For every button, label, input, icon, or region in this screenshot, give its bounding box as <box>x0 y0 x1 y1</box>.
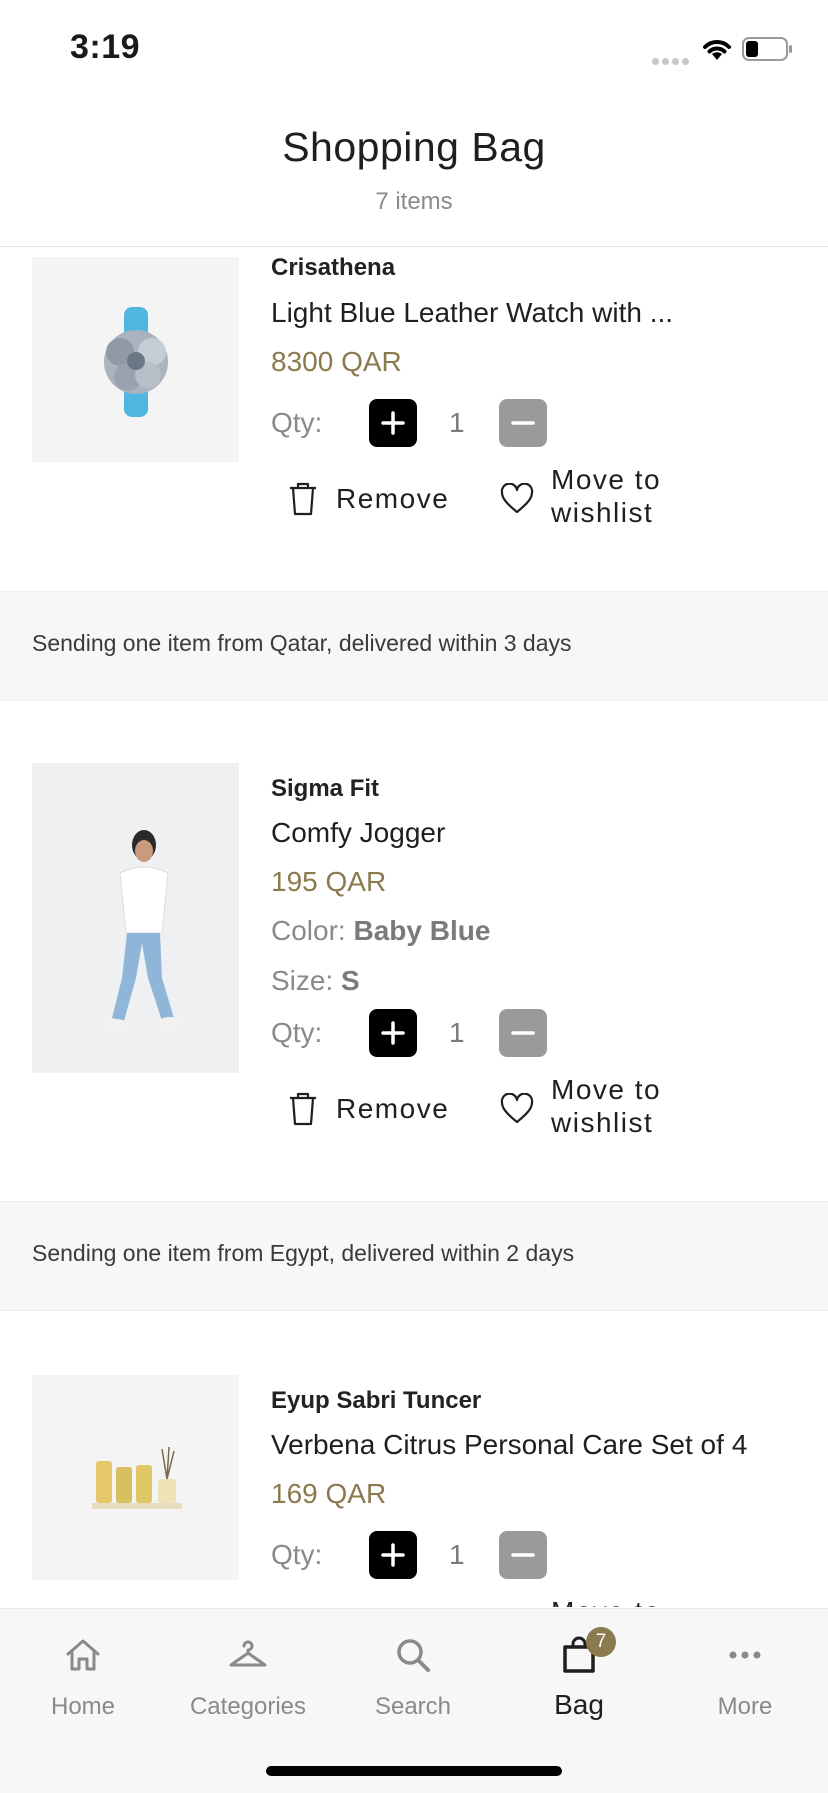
status-time: 3:19 <box>70 28 141 66</box>
product-brand: Eyup Sabri Tuncer <box>271 1387 482 1414</box>
remove-button[interactable]: Remove <box>282 465 472 535</box>
shipping-text: Sending one item from Qatar, delivered w… <box>32 630 572 656</box>
product-image[interactable] <box>32 763 239 1073</box>
plus-icon <box>381 411 405 435</box>
tab-search[interactable]: Search <box>330 1627 496 1727</box>
product-price: 8300 QAR <box>271 346 402 377</box>
jogger-image <box>104 830 182 1031</box>
shipping-info: Sending one item from Qatar, delivered w… <box>0 591 828 701</box>
wifi-icon <box>703 40 731 60</box>
shipping-info: Sending one item from Egypt, delivered w… <box>0 1201 828 1311</box>
increase-qty-button[interactable] <box>369 1531 417 1579</box>
size-label: Size: <box>271 965 334 996</box>
tab-label: More <box>717 1693 773 1720</box>
qty-label: Qty: <box>271 1017 323 1048</box>
quantity-stepper: Qty: 1 <box>271 1009 571 1057</box>
page-title: Shopping Bag <box>282 124 546 170</box>
product-price: 169 QAR <box>271 1478 387 1509</box>
shipping-text: Sending one item from Egypt, delivered w… <box>32 1240 575 1266</box>
tab-categories[interactable]: Categories <box>165 1627 331 1727</box>
tab-home[interactable]: Home <box>0 1627 166 1727</box>
plus-icon <box>381 1021 405 1045</box>
heart-icon <box>500 483 534 514</box>
product-name[interactable]: Light Blue Leather Watch with ... <box>271 297 673 329</box>
remove-button[interactable]: Remove <box>282 1597 472 1607</box>
tab-bag[interactable]: 7 Bag <box>496 1627 662 1727</box>
product-name[interactable]: Comfy Jogger <box>271 817 445 849</box>
move-to-wishlist-label: Move to wishlist <box>551 464 662 528</box>
product-color: Color: Baby Blue <box>271 915 490 947</box>
remove-label: Remove <box>336 1093 450 1124</box>
increase-qty-button[interactable] <box>369 1009 417 1057</box>
care-set-image <box>92 1446 182 1509</box>
plus-icon <box>381 1543 405 1567</box>
status-bar: 3:19 <box>0 0 828 100</box>
quantity-stepper: Qty: 1 <box>271 399 571 447</box>
qty-label: Qty: <box>271 407 323 438</box>
bag-item-list[interactable]: Crisathena Light Blue Leather Watch with… <box>0 247 828 1607</box>
size-value: S <box>341 965 360 996</box>
tab-label: Bag <box>554 1689 604 1720</box>
color-value: Baby Blue <box>353 915 491 946</box>
minus-icon <box>511 1553 535 1557</box>
search-icon <box>397 1639 430 1672</box>
tab-label: Categories <box>189 1693 307 1720</box>
color-label: Color: <box>271 915 346 946</box>
tab-more[interactable]: More <box>662 1627 828 1727</box>
move-to-wishlist-button[interactable]: Move to wishlist <box>500 1595 740 1607</box>
product-price: 195 QAR <box>271 866 387 897</box>
move-to-wishlist-button[interactable]: Move to wishlist <box>500 464 740 535</box>
qty-value: 1 <box>449 407 465 438</box>
move-to-wishlist-button[interactable]: Move to wishlist <box>500 1074 740 1145</box>
qty-label: Qty: <box>271 1539 323 1570</box>
trash-icon <box>290 482 316 516</box>
tab-label: Search <box>374 1693 452 1720</box>
more-icon <box>729 1651 761 1659</box>
product-brand: Sigma Fit <box>271 775 380 802</box>
move-to-wishlist-label: Move to wishlist <box>551 1595 721 1607</box>
battery-icon <box>742 37 792 61</box>
decrease-qty-button[interactable] <box>499 1009 547 1057</box>
item-count: 7 items <box>375 188 453 215</box>
home-icon <box>66 1639 100 1671</box>
increase-qty-button[interactable] <box>369 399 417 447</box>
page-header: Shopping Bag 7 items <box>0 100 828 247</box>
move-to-wishlist-label: Move to wishlist <box>551 1074 662 1138</box>
product-size: Size: S <box>271 965 360 997</box>
minus-icon <box>511 421 535 425</box>
decrease-qty-button[interactable] <box>499 1531 547 1579</box>
item-actions: Remove Move to wishlist <box>282 1074 742 1145</box>
trash-icon <box>290 1092 316 1126</box>
qty-value: 1 <box>449 1539 465 1570</box>
product-image[interactable] <box>32 257 239 462</box>
home-indicator[interactable] <box>266 1766 562 1776</box>
qty-value: 1 <box>449 1017 465 1048</box>
watch-image <box>104 307 168 417</box>
item-actions: Remove Move to wishlist <box>282 1595 742 1607</box>
minus-icon <box>511 1031 535 1035</box>
hanger-icon <box>229 1640 267 1667</box>
product-brand: Crisathena <box>271 254 396 281</box>
quantity-stepper: Qty: 1 <box>271 1531 571 1579</box>
tab-label: Home <box>50 1693 116 1720</box>
decrease-qty-button[interactable] <box>499 399 547 447</box>
item-actions: Remove Move to wishlist <box>282 464 742 535</box>
remove-button[interactable]: Remove <box>282 1075 472 1145</box>
product-name[interactable]: Verbena Citrus Personal Care Set of 4 <box>271 1429 747 1461</box>
product-image[interactable] <box>32 1375 239 1580</box>
remove-label: Remove <box>336 483 450 514</box>
cellular-signal-icon <box>652 52 692 65</box>
heart-icon <box>500 1093 534 1124</box>
bag-count-badge: 7 <box>586 1627 616 1657</box>
